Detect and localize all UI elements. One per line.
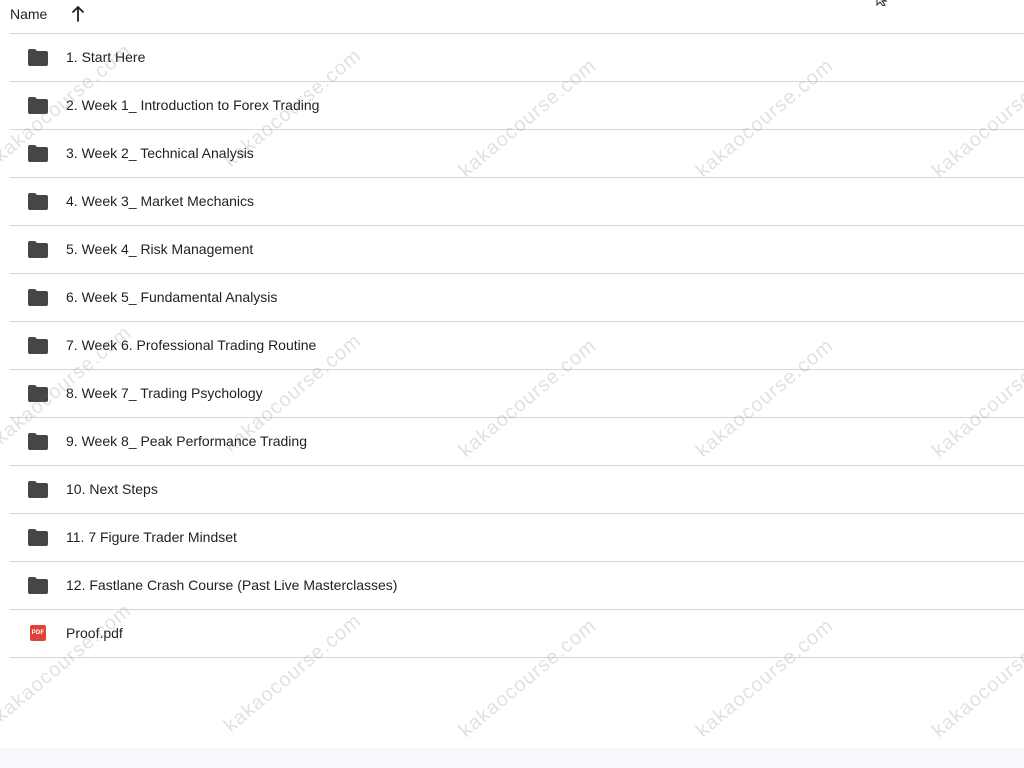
folder-icon bbox=[28, 337, 48, 354]
folder-row[interactable]: 5. Week 4_ Risk Management bbox=[10, 226, 1024, 274]
folder-icon bbox=[28, 49, 48, 66]
folder-row[interactable]: 8. Week 7_ Trading Psychology bbox=[10, 370, 1024, 418]
file-list: 1. Start Here 2. Week 1_ Introduction to … bbox=[10, 34, 1024, 658]
item-name: 10. Next Steps bbox=[66, 481, 158, 497]
item-name: 2. Week 1_ Introduction to Forex Trading bbox=[66, 97, 320, 113]
folder-icon bbox=[28, 145, 48, 162]
folder-row[interactable]: 12. Fastlane Crash Course (Past Live Mas… bbox=[10, 562, 1024, 610]
file-list-page: Name 1. Start Here 2. Week 1_ Introductio… bbox=[0, 0, 1024, 768]
folder-row[interactable]: 9. Week 8_ Peak Performance Trading bbox=[10, 418, 1024, 466]
folder-icon bbox=[28, 97, 48, 114]
item-name: 5. Week 4_ Risk Management bbox=[66, 241, 254, 257]
folder-row[interactable]: 6. Week 5_ Fundamental Analysis bbox=[10, 274, 1024, 322]
folder-row[interactable]: 3. Week 2_ Technical Analysis bbox=[10, 130, 1024, 178]
folder-row[interactable]: 2. Week 1_ Introduction to Forex Trading bbox=[10, 82, 1024, 130]
folder-icon bbox=[28, 529, 48, 546]
name-column-header[interactable]: Name bbox=[10, 6, 47, 22]
folder-icon bbox=[28, 481, 48, 498]
item-name: 11. 7 Figure Trader Mindset bbox=[66, 529, 237, 545]
folder-icon bbox=[28, 433, 48, 450]
folder-icon bbox=[28, 241, 48, 258]
folder-icon bbox=[28, 385, 48, 402]
folder-row[interactable]: 1. Start Here bbox=[10, 34, 1024, 82]
item-name: 9. Week 8_ Peak Performance Trading bbox=[66, 433, 307, 449]
file-row[interactable]: PDF Proof.pdf bbox=[10, 610, 1024, 658]
arrow-up-icon[interactable] bbox=[70, 5, 86, 23]
list-header: Name bbox=[10, 0, 1024, 34]
item-name: 7. Week 6. Professional Trading Routine bbox=[66, 337, 317, 353]
folder-icon bbox=[28, 289, 48, 306]
pdf-icon: PDF bbox=[30, 625, 46, 641]
footer-band bbox=[0, 748, 1024, 768]
item-name: 4. Week 3_ Market Mechanics bbox=[66, 193, 255, 209]
folder-icon bbox=[28, 577, 48, 594]
folder-row[interactable]: 4. Week 3_ Market Mechanics bbox=[10, 178, 1024, 226]
mouse-cursor-icon bbox=[876, 0, 888, 6]
folder-row[interactable]: 10. Next Steps bbox=[10, 466, 1024, 514]
item-name: 3. Week 2_ Technical Analysis bbox=[66, 145, 254, 161]
item-name: Proof.pdf bbox=[66, 625, 123, 641]
folder-icon bbox=[28, 193, 48, 210]
folder-row[interactable]: 7. Week 6. Professional Trading Routine bbox=[10, 322, 1024, 370]
item-name: 6. Week 5_ Fundamental Analysis bbox=[66, 289, 278, 305]
folder-row[interactable]: 11. 7 Figure Trader Mindset bbox=[10, 514, 1024, 562]
item-name: 1. Start Here bbox=[66, 49, 146, 65]
item-name: 12. Fastlane Crash Course (Past Live Mas… bbox=[66, 577, 398, 593]
item-name: 8. Week 7_ Trading Psychology bbox=[66, 385, 263, 401]
